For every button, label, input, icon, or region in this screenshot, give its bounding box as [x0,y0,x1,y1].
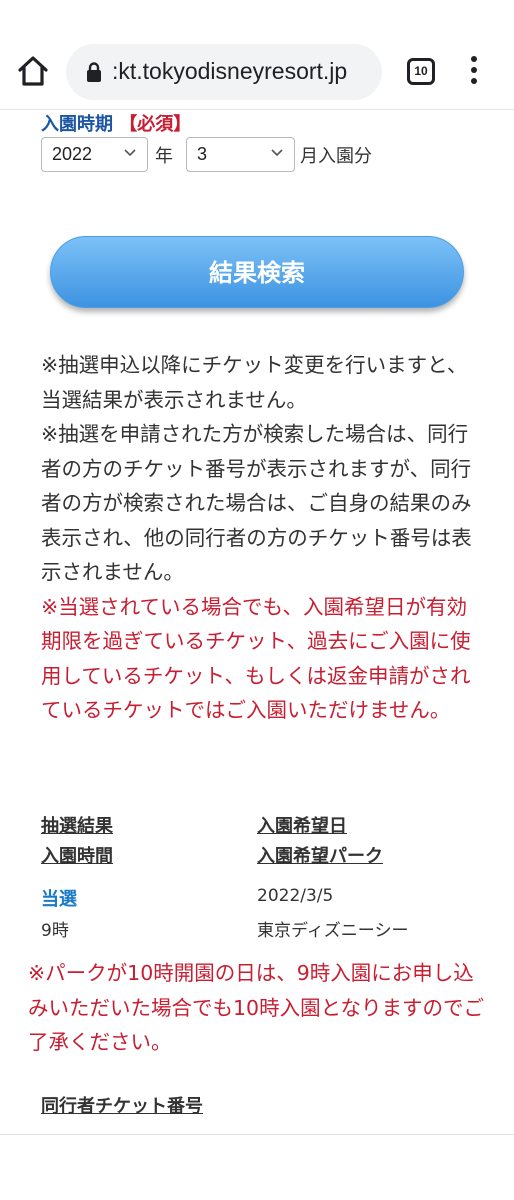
home-icon[interactable] [16,54,50,88]
chevron-down-icon [271,149,283,157]
period-label-text: 入園時期 [41,114,113,135]
divider [0,1134,514,1135]
notes: ※抽選申込以降にチケット変更を行いますと、当選結果が表示されません。 ※抽選を申… [41,348,481,728]
tabs-icon[interactable]: 10 [407,58,435,85]
search-results-button[interactable]: 結果検索 [50,236,464,308]
note-ticket-change: ※抽選申込以降にチケット変更を行いますと、当選結果が表示されません。 [41,353,468,412]
browser-toolbar: :kt.tokyodisneyresort.jp 10 [0,0,514,110]
result-status: 当選 [41,889,77,910]
month-unit: 月入園分 [300,146,372,167]
header-entry-time: 入園時間 [41,846,113,867]
url-text: :kt.tokyodisneyresort.jp [112,58,348,84]
result-park: 東京ディズニーシー [257,921,409,941]
note-warning: ※当選されている場合でも、入園希望日が有効期限を過ぎているチケット、過去にご入園… [41,594,471,723]
header-lottery-result: 抽選結果 [41,816,113,837]
year-unit: 年 [155,146,173,167]
note-companion: ※抽選を申請された方が検索した場合は、同行者の方のチケット番号が表示されますが、… [41,422,472,584]
header-desired-park: 入園希望パーク [257,846,383,867]
result-date: 2022/3/5 [257,886,334,906]
more-menu-icon[interactable] [466,56,482,88]
companion-ticket-heading: 同行者チケット番号 [41,1096,203,1117]
lock-icon [87,62,101,82]
required-badge: 【必須】 [119,114,192,135]
month-select[interactable]: 3 [186,137,295,172]
result-time: 9時 [41,921,69,941]
address-bar[interactable]: :kt.tokyodisneyresort.jp [66,44,382,100]
year-select-value: 2022 [52,144,93,164]
year-select[interactable]: 2022 [41,137,148,172]
chevron-down-icon [124,149,136,157]
period-label: 入園時期 【必須】 [41,110,191,136]
month-select-value: 3 [197,144,208,164]
header-desired-date: 入園希望日 [257,816,347,837]
park-opening-note: ※パークが10時開園の日は、9時入園にお申し込みいただいた場合でも10時入園とな… [28,961,484,1054]
